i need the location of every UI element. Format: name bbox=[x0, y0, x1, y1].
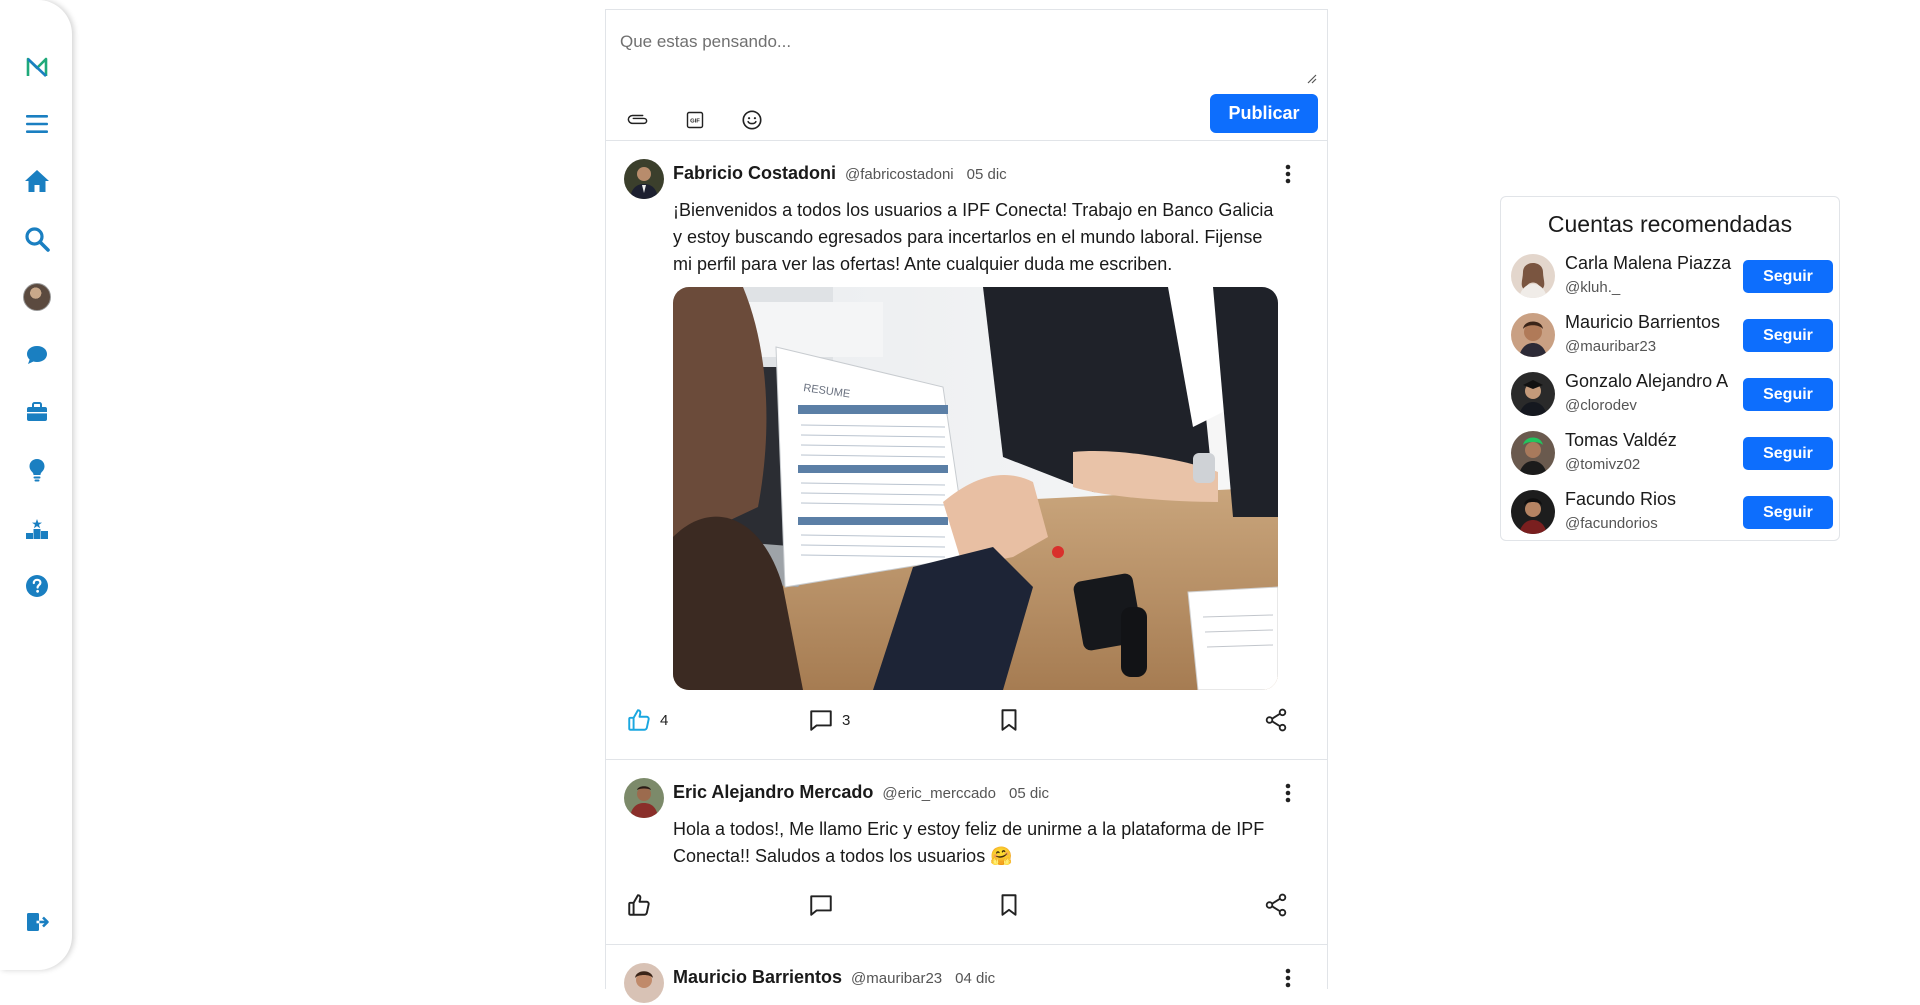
post-date: 05 dic bbox=[1009, 785, 1050, 802]
follow-button[interactable]: Seguir bbox=[1743, 496, 1833, 529]
avatar[interactable] bbox=[624, 778, 664, 818]
account-name[interactable]: Facundo Rios bbox=[1565, 489, 1676, 510]
more-options-icon[interactable] bbox=[1279, 967, 1297, 989]
panel-title: Cuentas recomendadas bbox=[1547, 211, 1793, 237]
follow-button[interactable]: Seguir bbox=[1743, 260, 1833, 293]
comment-icon bbox=[810, 710, 832, 731]
account-name[interactable]: Gonzalo Alejandro A bbox=[1565, 371, 1728, 392]
follow-button[interactable]: Seguir bbox=[1743, 319, 1833, 352]
comment-button[interactable] bbox=[808, 892, 842, 918]
account-name[interactable]: Tomas Valdéz bbox=[1565, 430, 1677, 451]
briefcase-icon[interactable] bbox=[22, 397, 52, 427]
podium-icon[interactable] bbox=[22, 513, 52, 543]
post-date: 05 dic bbox=[966, 166, 1007, 183]
follow-button[interactable]: Seguir bbox=[1743, 378, 1833, 411]
post-text: Hola a todos!, Me llamo Eric y estoy fel… bbox=[673, 819, 1265, 866]
recommended-account: Tomas Valdéz @tomivz02 Seguir bbox=[1511, 428, 1833, 478]
avatar bbox=[23, 283, 51, 311]
chat-icon[interactable] bbox=[22, 340, 52, 370]
profile-avatar[interactable] bbox=[22, 282, 52, 312]
share-button[interactable] bbox=[1263, 892, 1289, 918]
share-icon bbox=[1265, 893, 1287, 917]
emoji-icon[interactable] bbox=[740, 108, 764, 132]
more-options-icon[interactable] bbox=[1279, 782, 1297, 804]
author-handle[interactable]: @mauribar23 bbox=[851, 970, 942, 987]
author-name[interactable]: Eric Alejandro Mercado bbox=[673, 782, 873, 803]
attachment-icon[interactable] bbox=[626, 108, 650, 132]
thumbs-up-icon bbox=[628, 894, 650, 916]
follow-button[interactable]: Seguir bbox=[1743, 437, 1833, 470]
post-text: ¡Bienvenidos a todos los usuarios a IPF … bbox=[673, 200, 1274, 274]
svg-text:GIF: GIF bbox=[690, 119, 700, 125]
feed: GIF Publicar Fabricio Costadoni @fabrico… bbox=[605, 9, 1328, 1003]
comment-icon bbox=[810, 895, 832, 916]
avatar[interactable] bbox=[624, 963, 664, 1003]
account-handle: @tomivz02 bbox=[1565, 456, 1641, 473]
account-name[interactable]: Mauricio Barrientos bbox=[1565, 312, 1720, 333]
help-icon[interactable] bbox=[22, 571, 52, 601]
author-handle[interactable]: @fabricostadoni bbox=[845, 166, 954, 183]
account-name[interactable]: Carla Malena Piazza bbox=[1565, 253, 1731, 274]
avatar[interactable] bbox=[1511, 431, 1555, 475]
post-input[interactable] bbox=[614, 20, 1320, 92]
logo-icon[interactable] bbox=[22, 52, 52, 82]
like-button[interactable]: 4 bbox=[626, 707, 668, 733]
author-handle[interactable]: @eric_merccado bbox=[882, 785, 996, 802]
like-count: 4 bbox=[660, 711, 669, 729]
like-button[interactable] bbox=[626, 892, 660, 918]
publish-button[interactable]: Publicar bbox=[1210, 94, 1318, 133]
recommended-account: Mauricio Barrientos @mauribar23 Seguir bbox=[1511, 310, 1833, 360]
share-button[interactable] bbox=[1263, 707, 1289, 733]
account-handle: @mauribar23 bbox=[1565, 338, 1657, 355]
gif-icon[interactable]: GIF bbox=[683, 108, 707, 132]
recommended-accounts-panel: Cuentas recomendadas Carla Malena Piazza… bbox=[1500, 196, 1840, 541]
search-icon[interactable] bbox=[22, 224, 52, 254]
post-header: Mauricio Barrientos @mauribar23 04 dic bbox=[673, 967, 995, 988]
avatar[interactable] bbox=[1511, 313, 1555, 357]
avatar[interactable] bbox=[1511, 254, 1555, 298]
post-header: Eric Alejandro Mercado @eric_merccado 05… bbox=[673, 782, 1049, 803]
bookmark-button[interactable] bbox=[996, 707, 1022, 733]
avatar[interactable] bbox=[1511, 490, 1555, 534]
comment-button[interactable]: 3 bbox=[808, 707, 850, 733]
bookmark-button[interactable] bbox=[996, 892, 1022, 918]
menu-icon[interactable] bbox=[22, 109, 52, 139]
account-handle: @clorodev bbox=[1565, 397, 1637, 414]
home-icon[interactable] bbox=[22, 166, 52, 196]
more-options-icon[interactable] bbox=[1279, 163, 1297, 185]
resize-handle-icon[interactable] bbox=[1307, 74, 1317, 84]
avatar[interactable] bbox=[1511, 372, 1555, 416]
author-name[interactable]: Mauricio Barrientos bbox=[673, 967, 842, 988]
author-name[interactable]: Fabricio Costadoni bbox=[673, 163, 836, 184]
logout-icon[interactable] bbox=[22, 907, 52, 937]
post-date: 04 dic bbox=[955, 970, 996, 987]
recommended-account: Carla Malena Piazza @kluh._ Seguir bbox=[1511, 251, 1833, 301]
lightbulb-icon[interactable] bbox=[22, 455, 52, 485]
comment-count: 3 bbox=[842, 711, 851, 729]
post-card: Fabricio Costadoni @fabricostadoni 05 di… bbox=[606, 141, 1327, 760]
sidebar bbox=[0, 0, 72, 970]
bookmark-icon bbox=[1001, 709, 1017, 731]
bookmark-icon bbox=[1001, 894, 1017, 916]
account-handle: @kluh._ bbox=[1565, 279, 1621, 296]
post-header: Fabricio Costadoni @fabricostadoni 05 di… bbox=[673, 163, 1007, 184]
thumbs-up-icon bbox=[628, 709, 650, 731]
recommended-account: Gonzalo Alejandro A @clorodev Seguir bbox=[1511, 369, 1833, 419]
share-icon bbox=[1265, 708, 1287, 732]
post-image[interactable]: RESUME bbox=[673, 287, 1278, 690]
post-composer: GIF Publicar bbox=[606, 9, 1327, 141]
post-card: Mauricio Barrientos @mauribar23 04 dic bbox=[606, 945, 1327, 1005]
account-handle: @facundorios bbox=[1565, 515, 1658, 532]
recommended-account: Facundo Rios @facundorios Seguir bbox=[1511, 487, 1833, 537]
avatar[interactable] bbox=[624, 159, 664, 199]
post-card: Eric Alejandro Mercado @eric_merccado 05… bbox=[606, 760, 1327, 945]
